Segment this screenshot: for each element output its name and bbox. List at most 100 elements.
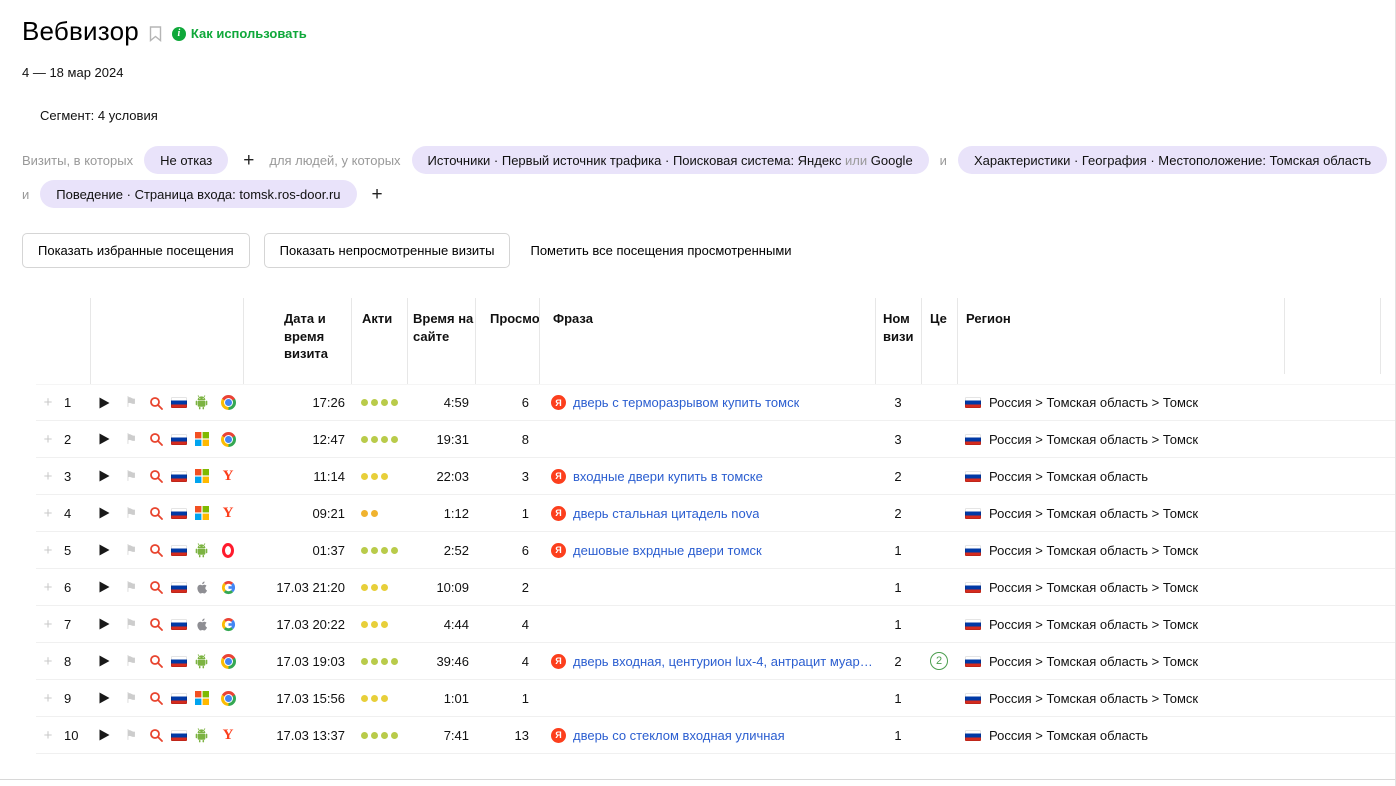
date-range-selector[interactable]: 4 — 18 мар 2024 [22, 65, 1395, 80]
visit-datetime: 17:26 [243, 385, 351, 420]
expand-row-button[interactable]: + [36, 606, 60, 642]
magnifier-icon[interactable] [144, 717, 167, 753]
region-text: Россия > Томская область [989, 469, 1148, 484]
expand-row-button[interactable]: + [36, 385, 60, 420]
play-button[interactable] [90, 643, 118, 679]
opera-icon [222, 543, 234, 558]
search-phrase-link[interactable]: дешовые вхрдные двери томск [573, 543, 762, 558]
how-to-use-link[interactable]: Как использовать [191, 26, 307, 41]
col-header-views[interactable]: Просмо [475, 298, 539, 384]
expand-row-button[interactable]: + [36, 421, 60, 457]
visit-number: 3 [875, 421, 921, 457]
col-header-time-on-site[interactable]: Время на сайте [407, 298, 475, 384]
favorite-flag-icon[interactable]: ⚑ [118, 643, 144, 679]
row-number: 4 [60, 495, 90, 531]
favorite-flag-icon[interactable]: ⚑ [118, 385, 144, 420]
favorite-flag-icon[interactable]: ⚑ [118, 717, 144, 753]
russia-flag-icon [171, 730, 187, 741]
os-icon-cell [190, 643, 213, 679]
expand-row-button[interactable]: + [36, 532, 60, 568]
col-header-region[interactable]: Регион [957, 298, 1395, 384]
apple-icon [195, 617, 209, 632]
android-icon [194, 395, 209, 410]
magnifier-icon[interactable] [144, 643, 167, 679]
android-icon [194, 728, 209, 743]
magnifier-icon[interactable] [144, 569, 167, 605]
visit-datetime: 17.03 21:20 [243, 569, 351, 605]
browser-icon-cell: Y [213, 569, 243, 605]
activity-dots [351, 717, 407, 753]
chrome-icon [221, 691, 236, 706]
filter-pill-traffic-source[interactable]: Источники · Первый источник трафика · По… [412, 146, 929, 174]
search-phrase-link[interactable]: дверь с терморазрывом купить томск [573, 395, 799, 410]
magnifier-icon[interactable] [144, 421, 167, 457]
favorite-flag-icon[interactable]: ⚑ [118, 532, 144, 568]
play-button[interactable] [90, 680, 118, 716]
favorite-flag-icon[interactable]: ⚑ [118, 458, 144, 494]
play-button[interactable] [90, 717, 118, 753]
show-unviewed-button[interactable]: Показать непросмотренные визиты [264, 233, 511, 268]
segment-label[interactable]: Сегмент: 4 условия [40, 108, 1395, 123]
col-header-phrase[interactable]: Фраза [539, 298, 875, 384]
play-button[interactable] [90, 495, 118, 531]
os-icon-cell [190, 606, 213, 642]
russia-flag-icon [171, 434, 187, 445]
magnifier-icon[interactable] [144, 458, 167, 494]
magnifier-icon[interactable] [144, 385, 167, 420]
favorite-flag-icon[interactable]: ⚑ [118, 421, 144, 457]
mark-all-viewed-button[interactable]: Пометить все посещения просмотренными [530, 243, 791, 258]
add-visit-condition-button[interactable]: + [239, 151, 258, 170]
expand-row-button[interactable]: + [36, 680, 60, 716]
magnifier-icon[interactable] [144, 606, 167, 642]
col-header-datetime[interactable]: Дата и время визита [243, 298, 351, 384]
favorite-flag-icon[interactable]: ⚑ [118, 569, 144, 605]
browser-icon-cell: Y [213, 458, 243, 494]
col-header-activity[interactable]: Акти [351, 298, 407, 384]
bookmark-icon[interactable] [149, 26, 162, 42]
filter-pill-not-bounce[interactable]: Не отказ [144, 146, 228, 174]
play-button[interactable] [90, 385, 118, 420]
search-phrase-link[interactable]: дверь со стеклом входная уличная [573, 728, 785, 743]
windows-icon [195, 432, 209, 446]
table-row: + 7 ⚑ [36, 606, 1395, 643]
region-cell: Россия > Томская область > Томск [957, 421, 1395, 457]
magnifier-icon[interactable] [144, 495, 167, 531]
filter-pill-entry-page[interactable]: Поведение · Страница входа: tomsk.ros-do… [40, 180, 356, 208]
magnifier-icon[interactable] [144, 532, 167, 568]
favorite-flag-icon[interactable]: ⚑ [118, 495, 144, 531]
magnifier-icon[interactable] [144, 680, 167, 716]
expand-row-button[interactable]: + [36, 643, 60, 679]
expand-row-button[interactable]: + [36, 717, 60, 753]
goal-badge[interactable]: 2 [930, 652, 948, 670]
webvisor-page: Вебвизор i Как использовать 4 — 18 мар 2… [0, 0, 1396, 786]
filter-pill-geography[interactable]: Характеристики · География · Местоположе… [958, 146, 1387, 174]
play-button[interactable] [90, 421, 118, 457]
add-people-condition-button[interactable]: + [368, 185, 387, 204]
search-phrase-link[interactable]: дверь входная, центурион lux-4, антрацит… [573, 654, 875, 669]
expand-row-button[interactable]: + [36, 458, 60, 494]
show-favorites-button[interactable]: Показать избранные посещения [22, 233, 250, 268]
search-phrase-link[interactable]: входные двери купить в томске [573, 469, 763, 484]
info-icon: i [172, 27, 186, 41]
play-button[interactable] [90, 458, 118, 494]
page-bottom-divider [0, 779, 1395, 780]
time-on-site: 39:46 [407, 643, 475, 679]
activity-dots [351, 569, 407, 605]
chrome-icon [221, 395, 236, 410]
views-count: 6 [475, 385, 539, 420]
col-header-goal[interactable]: Це [921, 298, 957, 384]
favorite-flag-icon[interactable]: ⚑ [118, 606, 144, 642]
favorite-flag-icon[interactable]: ⚑ [118, 680, 144, 716]
goal-cell [921, 606, 957, 642]
play-button[interactable] [90, 606, 118, 642]
play-button[interactable] [90, 532, 118, 568]
region-text: Россия > Томская область > Томск [989, 617, 1198, 632]
play-button[interactable] [90, 569, 118, 605]
country-flag-icon [167, 680, 190, 716]
country-flag-icon [167, 643, 190, 679]
visit-number: 1 [875, 717, 921, 753]
expand-row-button[interactable]: + [36, 495, 60, 531]
search-phrase-link[interactable]: дверь стальная цитадель nova [573, 506, 759, 521]
col-header-visit-number[interactable]: Ном визи [875, 298, 921, 384]
expand-row-button[interactable]: + [36, 569, 60, 605]
